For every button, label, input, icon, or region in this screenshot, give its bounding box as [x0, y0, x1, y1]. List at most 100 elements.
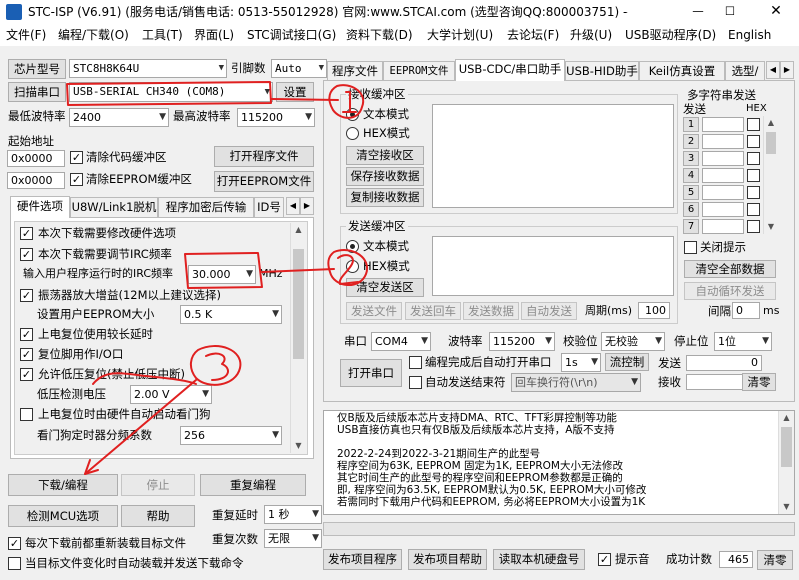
auto-watchdog-checkbox[interactable]	[20, 408, 33, 421]
multi-send-row-input[interactable]	[702, 202, 744, 217]
check-mcu-button[interactable]: 检测MCU选项	[8, 505, 118, 527]
menu-program[interactable]: 编程/下载(O)	[58, 24, 129, 46]
min-baud-select[interactable]: 2400 ▼	[69, 108, 169, 127]
auto-end-char-checkbox[interactable]	[409, 376, 422, 389]
serial-port-select[interactable]: COM4 ▼	[371, 332, 431, 351]
reprogram-button[interactable]: 重复编程	[200, 474, 306, 496]
right-tab-scroll-left[interactable]: ◀	[766, 61, 780, 79]
open-eeprom-file-button[interactable]: 打开EEPROM文件	[214, 171, 314, 192]
multi-send-row-hex-checkbox[interactable]	[747, 220, 760, 233]
menu-english[interactable]: English	[728, 24, 771, 46]
end-char-select[interactable]: 回车换行符(\r\n) ▼	[511, 373, 641, 392]
reset-pin-io-checkbox[interactable]: ✓	[20, 348, 33, 361]
multi-send-row-input[interactable]	[702, 117, 744, 132]
tab-scroll-left[interactable]: ◀	[286, 197, 300, 215]
send-data-button[interactable]: 发送数据	[463, 302, 519, 320]
period-input[interactable]: 100	[638, 302, 670, 319]
auto-loop-send-button[interactable]: 自动循环发送	[684, 282, 776, 300]
publish-help-button[interactable]: 发布项目帮助	[408, 549, 487, 570]
close-tip-checkbox[interactable]	[684, 241, 697, 254]
multi-send-row-button[interactable]: 4	[683, 168, 699, 183]
tab-scroll-right[interactable]: ▶	[300, 197, 314, 215]
menu-usb-driver[interactable]: USB驱动程序(D)	[625, 24, 716, 46]
clear-all-data-button[interactable]: 清空全部数据	[684, 260, 776, 278]
reload-each-checkbox[interactable]: ✓	[8, 537, 21, 550]
scan-port-button[interactable]: 扫描串口	[8, 82, 66, 102]
multi-send-row-input[interactable]	[702, 151, 744, 166]
scroll-up-icon[interactable]: ▲	[779, 411, 794, 425]
chip-model-select[interactable]: STC8H8K64U ▼	[69, 59, 227, 78]
download-program-button[interactable]: 下载/编程	[8, 474, 118, 496]
clear-receive-button[interactable]: 清空接收区	[346, 146, 424, 165]
multi-send-row-input[interactable]	[702, 168, 744, 183]
repeat-count-select[interactable]: 无限 ▼	[264, 529, 322, 548]
interval-input[interactable]: 0	[732, 302, 760, 319]
send-hex-mode-radio[interactable]	[346, 260, 359, 273]
tab-eeprom-file[interactable]: EEPROM文件	[383, 61, 455, 81]
multi-send-row-button[interactable]: 6	[683, 202, 699, 217]
help-button[interactable]: 帮助	[121, 505, 195, 527]
clear-eeprom-checkbox[interactable]: ✓	[70, 173, 83, 186]
multi-send-row-hex-checkbox[interactable]	[747, 186, 760, 199]
send-text-mode-radio[interactable]	[346, 240, 359, 253]
recv-hex-mode-radio[interactable]	[346, 127, 359, 140]
tab-hardware-options[interactable]: 硬件选项	[10, 196, 70, 218]
close-button[interactable]: ✕	[758, 0, 794, 24]
scroll-thumb[interactable]	[766, 132, 776, 154]
clear-success-button[interactable]: 清零	[757, 550, 793, 570]
tab-usb-cdc-serial[interactable]: USB-CDC/串口助手	[455, 59, 565, 81]
repeat-delay-select[interactable]: 1 秒 ▼	[264, 505, 322, 524]
maximize-button[interactable]: ☐	[715, 0, 745, 24]
pins-select[interactable]: Auto ▼	[271, 59, 327, 78]
multi-send-row-button[interactable]: 7	[683, 219, 699, 234]
log-scrollbar[interactable]: ▲ ▼	[778, 411, 794, 514]
scroll-down-icon[interactable]: ▼	[764, 220, 778, 234]
clear-send-button[interactable]: 清空发送区	[346, 278, 424, 297]
baud-select[interactable]: 115200 ▼	[489, 332, 555, 351]
receive-textarea[interactable]	[432, 104, 674, 208]
auto-load-checkbox[interactable]	[8, 557, 21, 570]
tab-selection[interactable]: 选型/	[725, 61, 765, 81]
modify-hw-options-checkbox[interactable]: ✓	[20, 227, 33, 240]
eeprom-address-input[interactable]: 0x0000	[7, 172, 65, 189]
long-reset-delay-checkbox[interactable]: ✓	[20, 328, 33, 341]
port-select[interactable]: USB-SERIAL CH340 (COM8) ▼	[69, 82, 273, 102]
open-serial-button[interactable]: 打开串口	[340, 359, 402, 387]
eeprom-size-select[interactable]: 0.5 K ▼	[180, 305, 282, 324]
open-program-file-button[interactable]: 打开程序文件	[214, 146, 314, 167]
menu-docs[interactable]: 资料下载(D)	[346, 24, 413, 46]
read-disk-id-button[interactable]: 读取本机硬盘号	[493, 549, 585, 570]
scroll-down-icon[interactable]: ▼	[291, 439, 306, 453]
stop-bits-select[interactable]: 1位 ▼	[714, 332, 772, 351]
right-tab-scroll-right[interactable]: ▶	[780, 61, 794, 79]
menu-interface[interactable]: 界面(L)	[194, 24, 234, 46]
osc-gain-checkbox[interactable]: ✓	[20, 289, 33, 302]
send-textarea[interactable]	[432, 236, 674, 296]
flow-control-button[interactable]: 流控制	[605, 353, 649, 371]
auto-open-serial-checkbox[interactable]	[409, 356, 422, 369]
scroll-thumb[interactable]	[781, 427, 792, 467]
minimize-button[interactable]: —	[683, 0, 713, 24]
tab-encrypted-transfer[interactable]: 程序加密后传输	[158, 197, 254, 217]
multi-send-row-hex-checkbox[interactable]	[747, 169, 760, 182]
watchdog-divider-select[interactable]: 256 ▼	[180, 426, 282, 445]
low-voltage-reset-checkbox[interactable]: ✓	[20, 368, 33, 381]
multi-send-row-button[interactable]: 1	[683, 117, 699, 132]
adjust-irc-checkbox[interactable]: ✓	[20, 248, 33, 261]
multi-send-row-hex-checkbox[interactable]	[747, 203, 760, 216]
irc-frequency-select[interactable]: 30.000 ▼	[188, 265, 256, 284]
multi-send-row-button[interactable]: 5	[683, 185, 699, 200]
copy-receive-button[interactable]: 复制接收数据	[346, 188, 424, 207]
max-baud-select[interactable]: 115200 ▼	[237, 108, 315, 127]
scroll-thumb[interactable]	[293, 249, 304, 359]
parity-select[interactable]: 无校验 ▼	[601, 332, 665, 351]
menu-tools[interactable]: 工具(T)	[142, 24, 183, 46]
hw-options-scrollbar[interactable]: ▲ ▼	[290, 223, 306, 453]
scroll-down-icon[interactable]: ▼	[779, 500, 794, 514]
stop-button[interactable]: 停止	[121, 474, 195, 496]
auto-send-button[interactable]: 自动发送	[521, 302, 577, 320]
multi-send-row-hex-checkbox[interactable]	[747, 135, 760, 148]
tip-sound-checkbox[interactable]: ✓	[598, 553, 611, 566]
settings-button[interactable]: 设置	[276, 82, 314, 102]
multi-send-row-hex-checkbox[interactable]	[747, 152, 760, 165]
